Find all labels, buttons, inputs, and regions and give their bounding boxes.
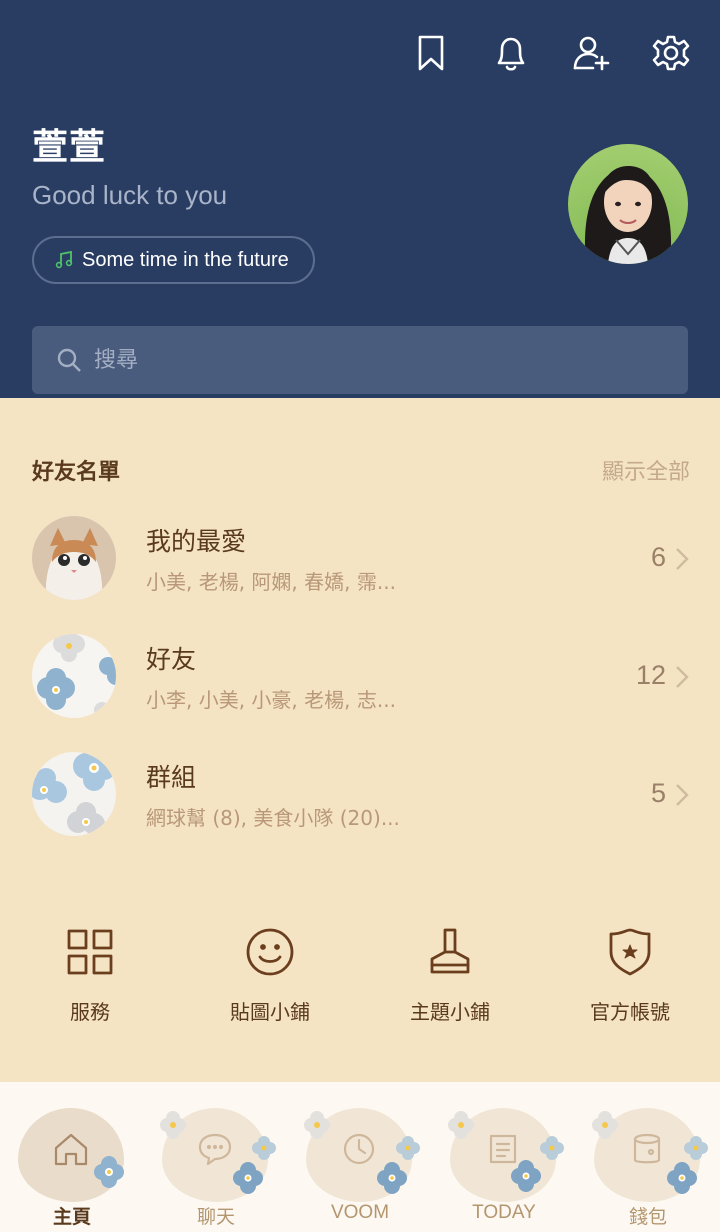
friends-row-favorites[interactable]: 我的最愛 小美, 老楊, 阿嫻, 春嬌, 霈... 6	[0, 516, 720, 616]
nav-chats[interactable]: 聊天	[144, 1082, 288, 1232]
flower-decoration	[396, 1136, 420, 1160]
clock-icon	[340, 1130, 378, 1168]
nav-label: TODAY	[472, 1202, 536, 1223]
row-title: 我的最愛	[146, 527, 247, 556]
bottom-navigation: 主頁 聊天 VOOM TODAY 錢包	[0, 1082, 720, 1232]
chevron-right-icon	[674, 782, 690, 808]
search-bar[interactable]	[32, 326, 688, 394]
nav-label: 聊天	[196, 1207, 235, 1228]
add-friend-icon[interactable]	[570, 32, 612, 74]
grid-icon	[67, 929, 113, 975]
shortcut-sticker-shop[interactable]: 貼圖小鋪	[180, 926, 360, 1025]
row-count: 12	[635, 660, 666, 690]
row-title: 群組	[146, 763, 197, 792]
favorites-thumbnail	[32, 516, 116, 600]
flower-decoration	[304, 1111, 330, 1139]
search-input[interactable]	[94, 347, 654, 373]
friends-section-title: 好友名單	[32, 460, 121, 485]
row-title: 好友	[146, 645, 197, 674]
music-note-icon	[55, 250, 73, 269]
shortcut-bar: 服務 貼圖小鋪 主題小鋪 官方帳號	[0, 926, 720, 1025]
gear-icon[interactable]	[650, 32, 692, 74]
flower-decoration	[511, 1160, 541, 1192]
chevron-right-icon	[674, 664, 690, 690]
bell-icon[interactable]	[490, 32, 532, 74]
nav-voom[interactable]: VOOM	[288, 1082, 432, 1232]
nav-label: VOOM	[330, 1202, 390, 1223]
flower-decoration	[667, 1162, 697, 1194]
row-count: 5	[650, 778, 666, 808]
flower-decoration	[160, 1111, 186, 1139]
shortcut-label: 服務	[70, 1000, 110, 1024]
row-subtitle: 小李, 小美, 小豪, 老楊, 志...	[146, 688, 396, 712]
groups-thumbnail	[32, 752, 116, 836]
home-icon	[52, 1130, 90, 1168]
brush-icon	[430, 928, 470, 974]
bookmark-icon[interactable]	[410, 32, 452, 74]
search-icon	[57, 348, 81, 372]
shortcut-label: 主題小鋪	[410, 1000, 490, 1024]
row-subtitle: 網球幫 (8), 美食小隊 (20)...	[146, 806, 400, 830]
profile-music-button[interactable]: Some time in the future	[32, 236, 315, 284]
nav-wallet[interactable]: 錢包	[576, 1082, 720, 1232]
flower-decoration	[233, 1162, 263, 1194]
shortcut-label: 貼圖小鋪	[230, 1000, 310, 1024]
smiley-icon	[246, 928, 294, 976]
nav-home[interactable]: 主頁	[0, 1082, 144, 1232]
flower-decoration	[592, 1111, 618, 1139]
show-all-link[interactable]: 顯示全部	[602, 454, 690, 486]
chevron-right-icon	[674, 546, 690, 572]
flower-decoration	[252, 1136, 276, 1160]
friends-row-friends[interactable]: 好友 小李, 小美, 小豪, 老楊, 志... 12	[0, 634, 720, 734]
flower-decoration	[94, 1156, 124, 1188]
nav-label: 主頁	[52, 1207, 91, 1228]
chat-icon	[196, 1130, 234, 1168]
header-toolbar	[410, 32, 692, 74]
flower-decoration	[684, 1136, 708, 1160]
nav-today[interactable]: TODAY	[432, 1082, 576, 1232]
status-message[interactable]: Good luck to you	[32, 180, 227, 211]
shortcut-label: 官方帳號	[590, 1000, 670, 1024]
friends-thumbnail	[32, 634, 116, 718]
profile-avatar[interactable]	[568, 144, 688, 264]
flower-decoration	[448, 1111, 474, 1139]
row-count: 6	[650, 542, 666, 572]
friends-row-groups[interactable]: 群組 網球幫 (8), 美食小隊 (20)... 5	[0, 752, 720, 852]
shortcut-official-accounts[interactable]: 官方帳號	[540, 926, 720, 1025]
wallet-icon	[628, 1130, 666, 1168]
nav-label: 錢包	[628, 1207, 667, 1228]
shield-star-icon	[609, 928, 651, 976]
flower-decoration	[377, 1162, 407, 1194]
music-title: Some time in the future	[82, 248, 289, 271]
profile-header: 萱萱 Good luck to you Some time in the fut…	[0, 0, 720, 398]
profile-name[interactable]: 萱萱	[32, 118, 106, 170]
row-subtitle: 小美, 老楊, 阿嫻, 春嬌, 霈...	[146, 570, 396, 594]
shortcut-theme-shop[interactable]: 主題小鋪	[360, 926, 540, 1025]
shortcut-services[interactable]: 服務	[0, 926, 180, 1025]
